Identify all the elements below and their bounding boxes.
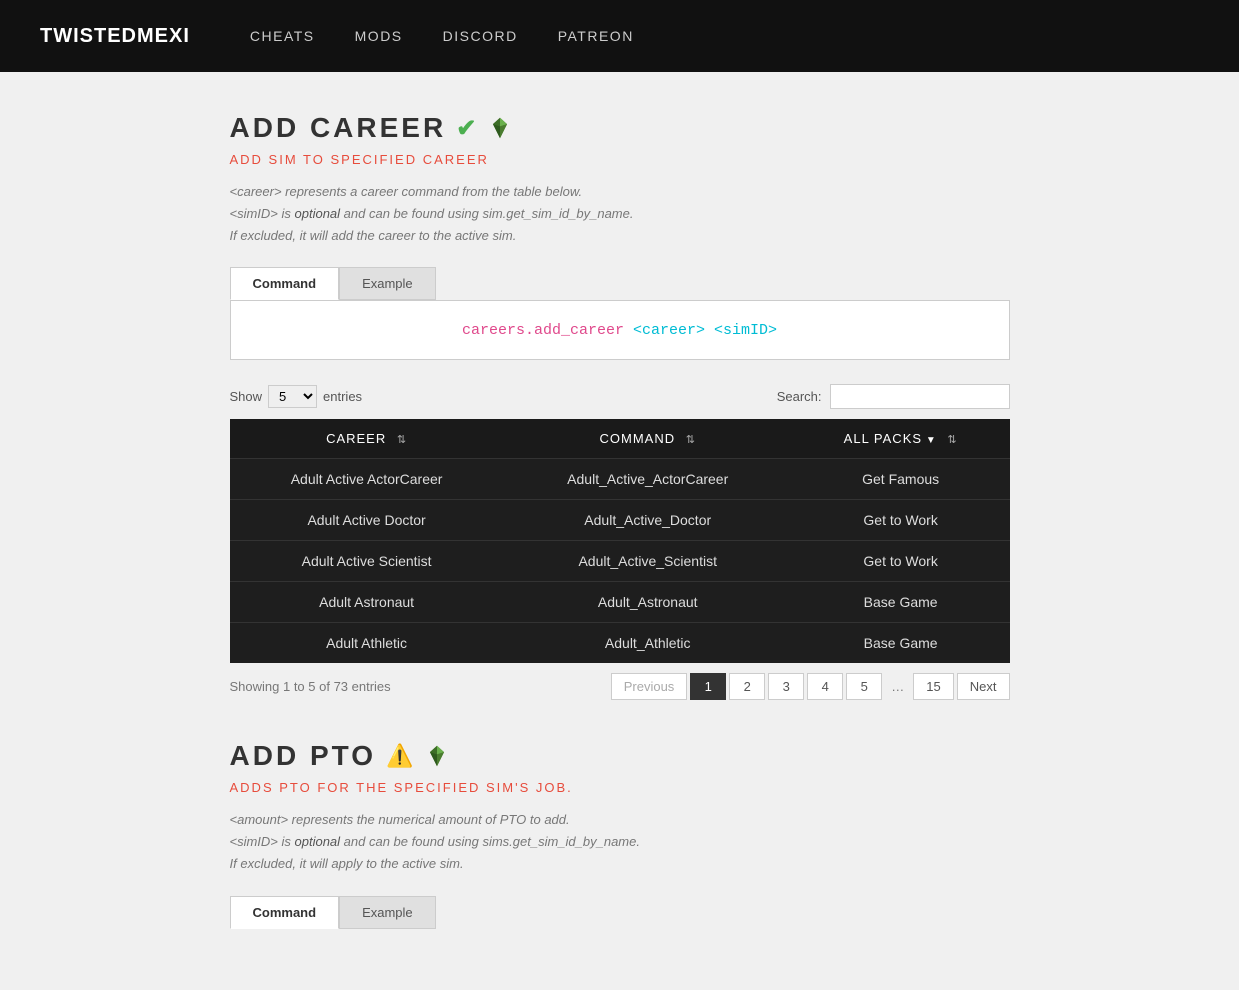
col-career[interactable]: CAREER ⇅ [230,419,504,459]
pack-cell: Base Game [792,623,1010,664]
pto-desc-3: If excluded, it will apply to the active… [230,856,464,871]
nav-cheats[interactable]: CHEATS [250,28,315,44]
page-1-button[interactable]: 1 [690,673,726,700]
sims-diamond-icon [489,117,511,139]
main-content: ADD CAREER ✔ ADD SIM TO SPECIFIED CAREER… [210,72,1030,989]
show-entries-control: Show 5 10 25 50 entries [230,385,363,408]
pto-desc-2: <simID> is optional and can be found usi… [230,834,640,849]
col-command[interactable]: COMMAND ⇅ [504,419,792,459]
tab-example[interactable]: Example [339,267,436,300]
career-cell: Adult Active Scientist [230,541,504,582]
prev-button[interactable]: Previous [611,673,688,700]
page-15-button[interactable]: 15 [913,673,953,700]
table-header-row: CAREER ⇅ COMMAND ⇅ ALL PACKS ⇅ [230,419,1010,459]
sort-command-icon: ⇅ [686,434,696,446]
page-4-button[interactable]: 4 [807,673,843,700]
command-display: careers.add_career <career> <simID> [462,322,777,339]
tab-command[interactable]: Command [230,267,340,300]
pack-cell: Get to Work [792,541,1010,582]
nav-patreon[interactable]: PATREON [558,28,634,44]
add-pto-description: <amount> represents the numerical amount… [230,809,1010,875]
table-controls: Show 5 10 25 50 entries Search: [230,384,1010,409]
section-title-add-career: ADD CAREER ✔ [230,112,1010,144]
navbar: TWISTEDMEXI CHEATS MODS DISCORD PATREON [0,0,1239,72]
warning-icon: ⚠️ [386,743,416,769]
col-packs-label: ALL PACKS [844,431,937,446]
page-2-button[interactable]: 2 [729,673,765,700]
sort-packs-icon: ⇅ [947,434,957,446]
command-tabs: Command Example [230,267,1010,300]
search-label: Search: [777,389,822,404]
search-input[interactable] [830,384,1010,409]
table-row: Adult Active ActorCareer Adult_Active_Ac… [230,459,1010,500]
command-tab-content: careers.add_career <career> <simID> [230,300,1010,360]
career-cell: Adult Athletic [230,623,504,664]
page-5-button[interactable]: 5 [846,673,882,700]
nav-mods[interactable]: MODS [355,28,403,44]
command-cell: Adult_Active_Scientist [504,541,792,582]
showing-text: Showing 1 to 5 of 73 entries [230,679,391,694]
add-career-description: <career> represents a career command fro… [230,181,1010,247]
sort-career-icon: ⇅ [397,434,407,446]
nav-links: CHEATS MODS DISCORD PATREON [250,28,634,44]
page-3-button[interactable]: 3 [768,673,804,700]
brand-logo: TWISTEDMEXI [40,25,190,48]
career-table: CAREER ⇅ COMMAND ⇅ ALL PACKS ⇅ Adult Act [230,419,1010,663]
col-packs[interactable]: ALL PACKS ⇅ [792,419,1010,459]
pto-title-text: ADD PTO [230,740,377,772]
desc-line-1: <career> represents a career command fro… [230,184,583,199]
col-career-label: CAREER [326,431,386,446]
table-row: Adult Active Scientist Adult_Active_Scie… [230,541,1010,582]
command-cell: Adult_Athletic [504,623,792,664]
pack-cell: Base Game [792,582,1010,623]
career-table-body: Adult Active ActorCareer Adult_Active_Ac… [230,459,1010,664]
next-button[interactable]: Next [957,673,1010,700]
entries-select[interactable]: 5 10 25 50 [268,385,317,408]
check-icon: ✔ [456,114,479,143]
add-pto-subtitle: ADDS PTO FOR THE SPECIFIED SIM'S JOB. [230,780,1010,795]
command-cell: Adult_Active_ActorCareer [504,459,792,500]
pto-tab-example[interactable]: Example [339,896,436,929]
search-control: Search: [777,384,1010,409]
table-row: Adult Astronaut Adult_Astronaut Base Gam… [230,582,1010,623]
table-row: Adult Athletic Adult_Athletic Base Game [230,623,1010,664]
show-label: Show [230,389,263,404]
pto-tab-command[interactable]: Command [230,896,340,929]
career-cell: Adult Active ActorCareer [230,459,504,500]
pto-sims-diamond-icon [426,745,448,767]
pagination-row: Showing 1 to 5 of 73 entries Previous 1 … [230,673,1010,700]
section-title-add-pto: ADD PTO ⚠️ [230,740,1010,772]
pto-tabs: Command Example [230,896,1010,929]
add-pto-section: ADD PTO ⚠️ ADDS PTO FOR THE SPECIFIED SI… [230,740,1010,928]
page-ellipsis: … [885,674,910,699]
career-cell: Adult Active Doctor [230,500,504,541]
pack-cell: Get to Work [792,500,1010,541]
desc-line-3: If excluded, it will add the career to t… [230,228,517,243]
pto-desc-1: <amount> represents the numerical amount… [230,812,570,827]
pack-cell: Get Famous [792,459,1010,500]
section-title-text: ADD CAREER [230,112,447,144]
entries-label: entries [323,389,362,404]
add-career-subtitle: ADD SIM TO SPECIFIED CAREER [230,152,1010,167]
pagination: Previous 1 2 3 4 5 … 15 Next [611,673,1010,700]
table-row: Adult Active Doctor Adult_Active_Doctor … [230,500,1010,541]
desc-line-2: <simID> is optional and can be found usi… [230,206,634,221]
col-command-label: COMMAND [599,431,675,446]
add-career-section: ADD CAREER ✔ ADD SIM TO SPECIFIED CAREER… [230,112,1010,700]
command-cell: Adult_Astronaut [504,582,792,623]
career-cell: Adult Astronaut [230,582,504,623]
command-cell: Adult_Active_Doctor [504,500,792,541]
nav-discord[interactable]: DISCORD [443,28,518,44]
